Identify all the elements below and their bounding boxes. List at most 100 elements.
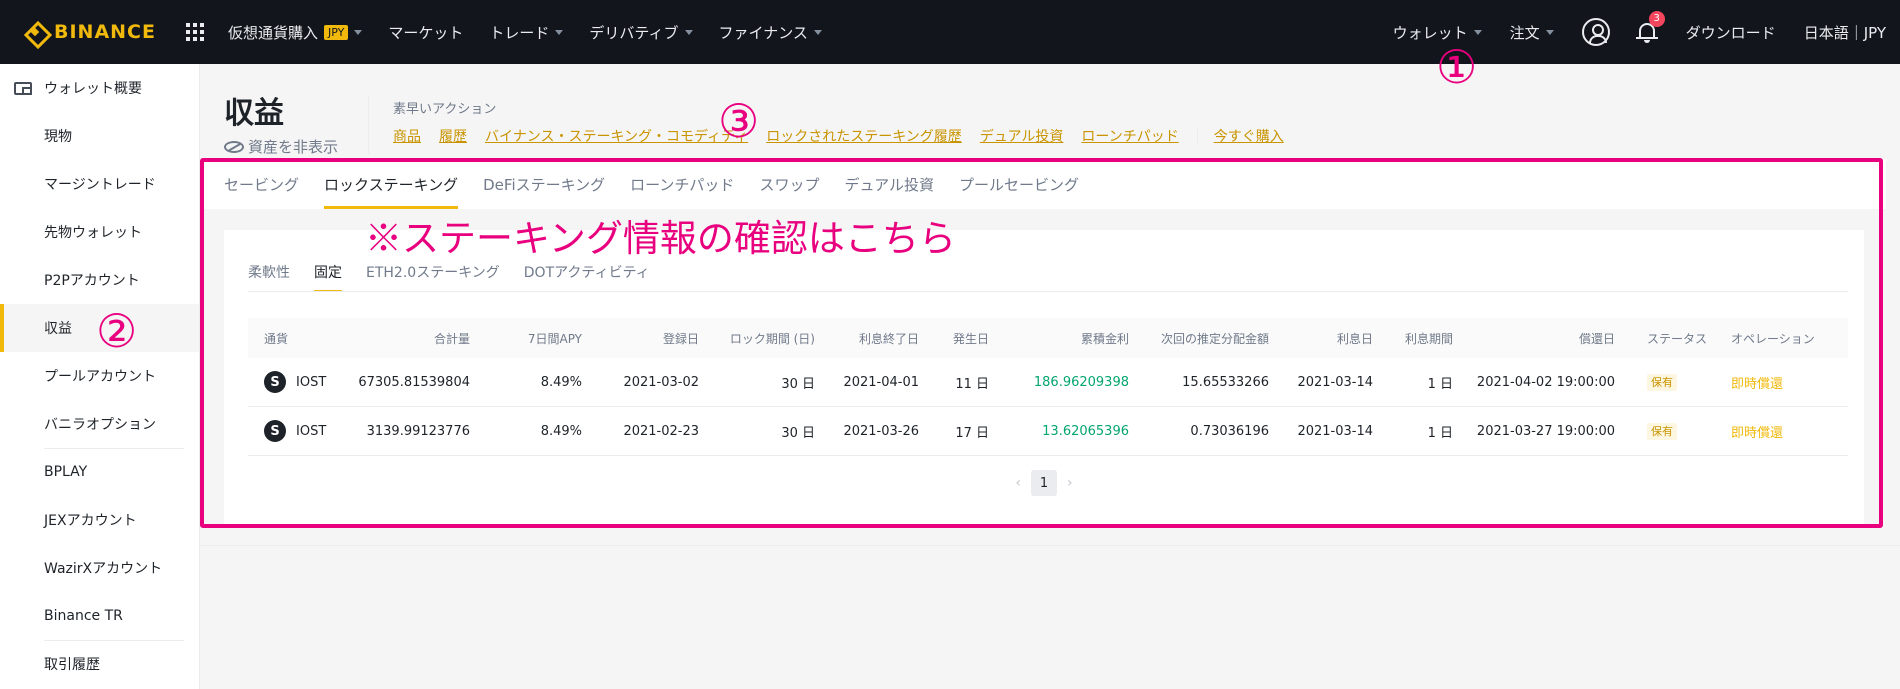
redeem-button[interactable]: 即時償還 [1723, 373, 1848, 392]
chevron-down-icon [1473, 29, 1482, 35]
table-cell-accrued-interest: 186.96209398 [1033, 374, 1129, 390]
sidebar-item-history[interactable]: 取引履歴 [0, 640, 199, 688]
wallet-icon [14, 81, 32, 95]
table-cell: 0.73036196 [1190, 423, 1269, 439]
table-cell: 2021-03-27 19:00:00 [1476, 423, 1615, 439]
wallet-sidebar: ウォレット概要 現物 マージントレード 先物ウォレット P2Pアカウント 収益 … [0, 64, 200, 689]
sidebar-item-wazirx[interactable]: WazirXアカウント [0, 544, 199, 592]
annotation-marker-3: ③ [718, 94, 760, 148]
iost-coin-icon: S [264, 420, 286, 442]
page-header: 収益 資産を非表示 素早いアクション 商品 履歴 バイナンス・ステーキング・コモ… [200, 64, 1900, 159]
table-cell: 8.49% [540, 374, 582, 390]
table-cell: 2021-04-01 [843, 374, 919, 390]
table-cell: 1 日 [1427, 376, 1453, 392]
table-cell-accrued-interest: 13.62065396 [1042, 423, 1129, 439]
notification-count-badge: 3 [1648, 11, 1665, 27]
quick-link-staking-commodity[interactable]: バイナンス・ステーキング・コモディティ [485, 126, 748, 146]
jpy-badge: JPY [324, 24, 349, 40]
chevron-down-icon [684, 29, 693, 35]
quick-link-launchpad[interactable]: ローンチパッド [1081, 126, 1178, 146]
locked-staking-panel: 柔軟性 固定 ETH2.0ステーキング DOTアクティビティ 通貨 合計量 7日… [224, 230, 1864, 526]
table-cell: 2021-03-02 [623, 374, 699, 390]
column-header: オペレーション [1731, 331, 1815, 346]
binance-logo-icon [22, 19, 48, 45]
chevron-right-icon[interactable]: › [1067, 475, 1073, 491]
quick-actions-label: 素早いアクション [393, 102, 497, 117]
status-badge: 保有 [1647, 423, 1677, 440]
notification-bell-icon[interactable]: 3 [1635, 11, 1665, 44]
column-header: 合計量 [433, 331, 470, 346]
tab-locked-staking[interactable]: ロックステーキング [324, 174, 459, 209]
iost-coin-icon: S [264, 371, 286, 393]
quick-link-products[interactable]: 商品 [393, 126, 421, 146]
nav-language-currency[interactable]: 日本語｜JPY [1804, 22, 1886, 43]
nav-derivatives[interactable]: デリバティブ [589, 22, 693, 43]
eye-hidden-icon [224, 140, 244, 153]
column-header: 次回の推定分配金額 [1160, 331, 1269, 346]
sidebar-item-bplay[interactable]: BPLAY [0, 448, 199, 496]
sidebar-item-binance-tr[interactable]: Binance TR [0, 592, 199, 640]
quick-link-buy-now[interactable]: 今すぐ購入 [1214, 126, 1284, 146]
page-title: 収益 [224, 96, 284, 131]
content-bottom-divider [200, 545, 1900, 546]
tab-savings[interactable]: セービング [224, 174, 299, 209]
sidebar-item-wallet-overview[interactable]: ウォレット概要 [0, 64, 199, 112]
subtab-fixed[interactable]: 固定 [314, 262, 342, 292]
table-row: S IOST 67305.81539804 8.49% 2021-03-02 30… [248, 358, 1848, 407]
tab-swap[interactable]: スワップ [759, 174, 819, 209]
chevron-left-icon[interactable]: ‹ [1015, 475, 1021, 491]
table-cell: 8.49% [540, 423, 582, 439]
tab-dual-investment[interactable]: デュアル投資 [844, 174, 934, 209]
nav-markets[interactable]: マーケット [388, 22, 463, 43]
subtab-flexible[interactable]: 柔軟性 [248, 262, 290, 292]
brand-name: BINANCE [54, 21, 156, 43]
status-badge: 保有 [1647, 374, 1677, 391]
tab-pool-savings[interactable]: プールセービング [959, 174, 1079, 209]
table-cell-coin: S IOST [248, 420, 348, 442]
main-nav: 仮想通貨購入 JPY マーケット トレード デリバティブ ファイナンス [228, 22, 848, 43]
nav-trade[interactable]: トレード [489, 22, 564, 43]
page-number-button[interactable]: 1 [1031, 470, 1057, 496]
table-cell: 17 日 [955, 425, 989, 441]
sidebar-item-pool[interactable]: プールアカウント [0, 352, 199, 400]
tab-defi-staking[interactable]: DeFiステーキング [483, 174, 605, 209]
nav-buy-crypto[interactable]: 仮想通貨購入 JPY [228, 22, 363, 43]
tab-launchpad[interactable]: ローンチパッド [630, 174, 734, 209]
column-header: 7日間APY [527, 331, 582, 346]
top-navigation-bar: BINANCE 仮想通貨購入 JPY マーケット トレード デリバティブ ファイ… [0, 0, 1900, 64]
user-account-icon[interactable] [1581, 18, 1610, 46]
column-header: 通貨 [264, 331, 289, 346]
sidebar-item-futures[interactable]: 先物ウォレット [0, 208, 199, 256]
quick-link-history[interactable]: 履歴 [439, 126, 467, 146]
staking-table: 通貨 合計量 7日間APY 登録日 ロック期間 (日) 利息終了日 発生日 累積… [248, 318, 1848, 456]
sidebar-item-margin[interactable]: マージントレード [0, 160, 199, 208]
quick-link-dual-investment[interactable]: デュアル投資 [980, 126, 1064, 146]
hide-assets-toggle[interactable]: 資産を非表示 [224, 136, 338, 157]
table-cell: 2021-04-02 19:00:00 [1476, 374, 1615, 390]
nav-orders[interactable]: 注文 [1510, 22, 1554, 43]
column-header: 登録日 [662, 331, 699, 346]
subtab-dot-activity[interactable]: DOTアクティビティ [524, 262, 650, 292]
nav-finance[interactable]: ファイナンス [719, 22, 822, 43]
staking-subtabs: 柔軟性 固定 ETH2.0ステーキング DOTアクティビティ [248, 262, 674, 292]
column-header: 利息期間 [1404, 331, 1453, 346]
table-cell: 2021-03-26 [843, 423, 919, 439]
table-cell: 3139.99123776 [366, 423, 470, 439]
table-cell: 30 日 [781, 376, 815, 392]
header-divider [368, 96, 369, 154]
chevron-down-icon [813, 29, 822, 35]
chevron-down-icon [555, 29, 564, 35]
quick-link-locked-staking-history[interactable]: ロックされたステーキング履歴 [766, 126, 962, 146]
quick-links-divider [1196, 127, 1198, 145]
sidebar-item-spot[interactable]: 現物 [0, 112, 199, 160]
column-header: ロック期間 (日) [729, 331, 815, 346]
sidebar-item-p2p[interactable]: P2Pアカウント [0, 256, 199, 304]
annotation-note: ※ステーキング情報の確認はこちら [365, 217, 956, 260]
nav-download[interactable]: ダウンロード [1686, 22, 1776, 43]
sidebar-item-vanilla-options[interactable]: バニラオプション [0, 400, 199, 448]
subtab-eth2-staking[interactable]: ETH2.0ステーキング [366, 262, 500, 292]
redeem-button[interactable]: 即時償還 [1723, 422, 1848, 441]
sidebar-item-jex[interactable]: JEXアカウント [0, 496, 199, 544]
binance-logo[interactable]: BINANCE [22, 0, 156, 64]
apps-grid-icon[interactable] [185, 23, 204, 41]
